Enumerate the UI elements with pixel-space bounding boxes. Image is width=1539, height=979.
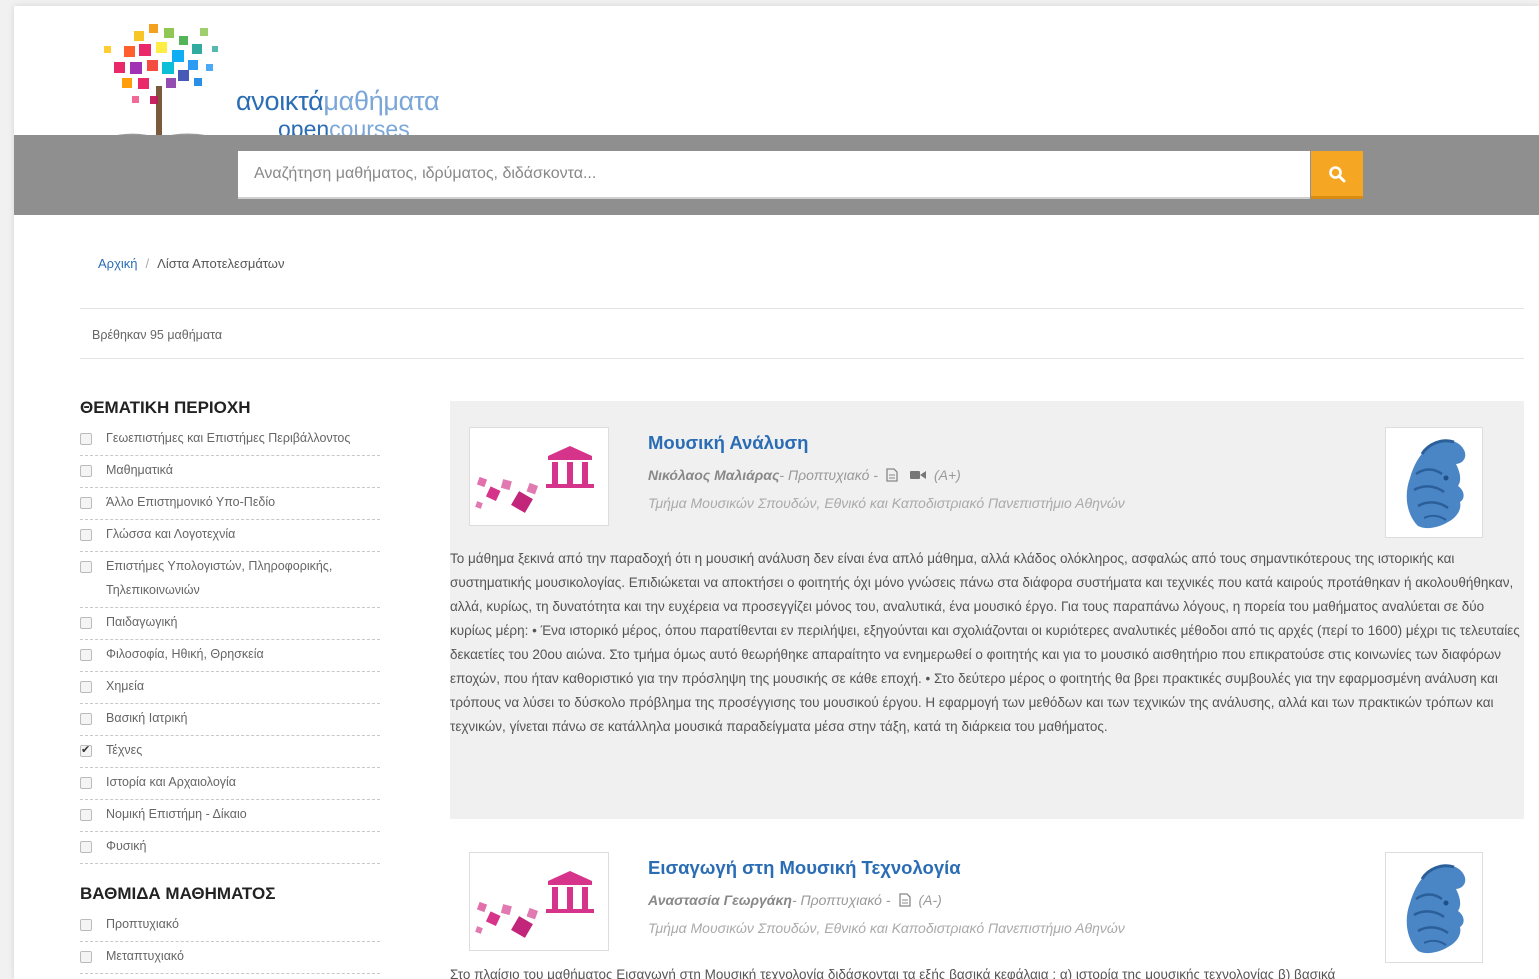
filter-checkbox[interactable] <box>80 809 92 821</box>
filter-subject-geosciences[interactable]: Γεωεπιστήμες και Επιστήμες Περιβάλλοντος <box>80 428 380 456</box>
filter-subject-philosophy[interactable]: Φιλοσοφία, Ηθική, Θρησκεία <box>80 644 380 672</box>
filter-level-postgraduate[interactable]: Μεταπτυχιακό <box>80 946 380 974</box>
subject-filter-title: ΘΕΜΑΤΙΚΗ ΠΕΡΙΟΧΗ <box>80 398 251 417</box>
course-meta: Νικόλαος Μαλιάρας - Προπτυχιακό - (A+) <box>648 467 961 483</box>
institution-icon <box>475 446 594 513</box>
course-result: Εισαγωγή στη Μουσική Τεχνολογία Αναστασί… <box>450 826 1524 979</box>
breadcrumb: Αρχική / Λίστα Αποτελεσμάτων <box>98 256 284 271</box>
filter-checkbox[interactable] <box>80 841 92 853</box>
search-button[interactable] <box>1311 151 1363 199</box>
course-department: Τμήμα Μουσικών Σπουδών, Εθνικό και Καποδ… <box>648 495 1125 511</box>
filter-label: Φιλοσοφία, Ηθική, Θρησκεία <box>106 647 264 661</box>
logo[interactable]: ανοικτάμαθήματα opencourses <box>94 16 494 145</box>
filter-subject-chemistry[interactable]: Χημεία <box>80 676 380 704</box>
logo-greek-light: μαθήματα <box>323 86 440 116</box>
filter-label: Επιστήμες Υπολογιστών, Πληροφορικής, Τηλ… <box>106 559 333 597</box>
university-logo <box>1385 427 1483 538</box>
search-bar <box>14 135 1539 215</box>
logo-greek-bold: ανοικτά <box>236 86 324 116</box>
athena-crest-icon <box>1406 438 1466 528</box>
filter-checkbox[interactable] <box>80 465 92 477</box>
document-icon <box>886 468 898 482</box>
filter-level-undergraduate[interactable]: Προπτυχιακό <box>80 914 380 942</box>
course-professor[interactable]: Αναστασία Γεωργάκη <box>648 892 792 908</box>
filter-label: Γεωεπιστήμες και Επιστήμες Περιβάλλοντος <box>106 431 351 445</box>
course-type: - Προπτυχιακό - <box>779 467 878 483</box>
filter-subject-arts[interactable]: Τέχνες <box>80 740 380 768</box>
athena-crest-icon <box>1406 863 1466 953</box>
filter-checkbox[interactable] <box>80 951 92 963</box>
filter-checkbox[interactable] <box>80 561 92 573</box>
course-type: - Προπτυχιακό - <box>791 892 891 908</box>
document-icon <box>898 893 911 907</box>
course-title[interactable]: Μουσική Ανάλυση <box>648 432 808 454</box>
course-description: Το μάθημα ξεκινά από την παραδοχή ότι η … <box>450 551 1520 734</box>
filter-checkbox[interactable] <box>80 433 92 445</box>
filter-label: Τέχνες <box>106 743 143 757</box>
filter-subject-other[interactable]: Άλλο Επιστημονικό Υπο-Πεδίο <box>80 492 380 520</box>
page: ανοικτάμαθήματα opencourses Αρχική / Λίστα… <box>14 6 1539 979</box>
breadcrumb-separator: / <box>145 256 150 271</box>
breadcrumb-current: Λίστα Αποτελεσμάτων <box>157 256 285 271</box>
divider <box>80 308 1524 309</box>
filter-subject-basic-medicine[interactable]: Βασική Ιατρική <box>80 708 380 736</box>
video-icon <box>909 470 926 480</box>
filter-label: Προπτυχιακό <box>106 917 179 931</box>
filter-label: Χημεία <box>106 679 145 693</box>
filter-label: Παιδαγωγική <box>106 615 178 629</box>
course-title[interactable]: Εισαγωγή στη Μουσική Τεχνολογία <box>648 857 961 879</box>
course-department: Τμήμα Μουσικών Σπουδών, Εθνικό και Καποδ… <box>648 920 1125 936</box>
filter-label: Άλλο Επιστημονικό Υπο-Πεδίο <box>106 495 276 509</box>
filter-label: Μαθηματικά <box>106 463 174 477</box>
filter-label: Ιστορία και Αρχαιολογία <box>106 775 237 789</box>
filter-label: Νομική Επιστήμη - Δίκαιο <box>106 807 247 821</box>
filter-checkbox[interactable] <box>80 649 92 661</box>
course-thumbnail[interactable] <box>469 852 609 951</box>
institution-icon <box>475 871 594 938</box>
course-level-badge: (A-) <box>918 892 942 908</box>
filter-subject-physics[interactable]: Φυσική <box>80 836 380 864</box>
filter-subject-pedagogy[interactable]: Παιδαγωγική <box>80 612 380 640</box>
filter-checkbox[interactable] <box>80 529 92 541</box>
course-result: Μουσική Ανάλυση Νικόλαος Μαλιάρας - Προπ… <box>450 401 1524 819</box>
filter-label: Βασική Ιατρική <box>106 711 188 725</box>
filter-subject-language-literature[interactable]: Γλώσσα και Λογοτεχνία <box>80 524 380 552</box>
filter-checkbox[interactable] <box>80 617 92 629</box>
filter-sidebar: ΘΕΜΑΤΙΚΗ ΠΕΡΙΟΧΗ Γεωεπιστήμες και Επιστή… <box>80 398 380 978</box>
filter-subject-history[interactable]: Ιστορία και Αρχαιολογία <box>80 772 380 800</box>
filter-label: Γλώσσα και Λογοτεχνία <box>106 527 236 541</box>
filter-label: Φυσική <box>106 839 147 853</box>
filter-checkbox[interactable] <box>80 919 92 931</box>
course-description: Στο πλαίσιο του μαθήματος Εισαγωγή στη Μ… <box>450 967 1336 979</box>
filter-subject-law[interactable]: Νομική Επιστήμη - Δίκαιο <box>80 804 380 832</box>
breadcrumb-home-link[interactable]: Αρχική <box>98 256 138 271</box>
divider <box>80 358 1524 359</box>
results-count: Βρέθηκαν 95 μαθήματα <box>92 328 223 342</box>
filter-label: Μεταπτυχιακό <box>106 949 184 963</box>
course-thumbnail[interactable] <box>469 427 609 526</box>
course-meta: Αναστασία Γεωργάκη - Προπτυχιακό - (A-) <box>648 892 942 908</box>
filter-checkbox[interactable] <box>80 777 92 789</box>
filter-subject-computer-science[interactable]: Επιστήμες Υπολογιστών, Πληροφορικής, Τηλ… <box>80 556 380 608</box>
filter-checkbox-checked[interactable] <box>80 743 92 757</box>
course-professor[interactable]: Νικόλαος Μαλιάρας <box>648 467 779 483</box>
university-logo <box>1385 852 1483 963</box>
level-filter-title: ΒΑΘΜΙΔΑ ΜΑΘΗΜΑΤΟΣ <box>80 884 276 903</box>
logo-text-greek: ανοικτάμαθήματα <box>236 86 440 117</box>
search-icon <box>1329 165 1346 182</box>
search-input[interactable] <box>238 151 1310 197</box>
filter-checkbox[interactable] <box>80 497 92 509</box>
filter-subject-mathematics[interactable]: Μαθηματικά <box>80 460 380 488</box>
filter-checkbox[interactable] <box>80 713 92 725</box>
logo-tree-icon <box>96 24 226 145</box>
course-level-badge: (A+) <box>933 467 961 483</box>
filter-checkbox[interactable] <box>80 681 92 693</box>
